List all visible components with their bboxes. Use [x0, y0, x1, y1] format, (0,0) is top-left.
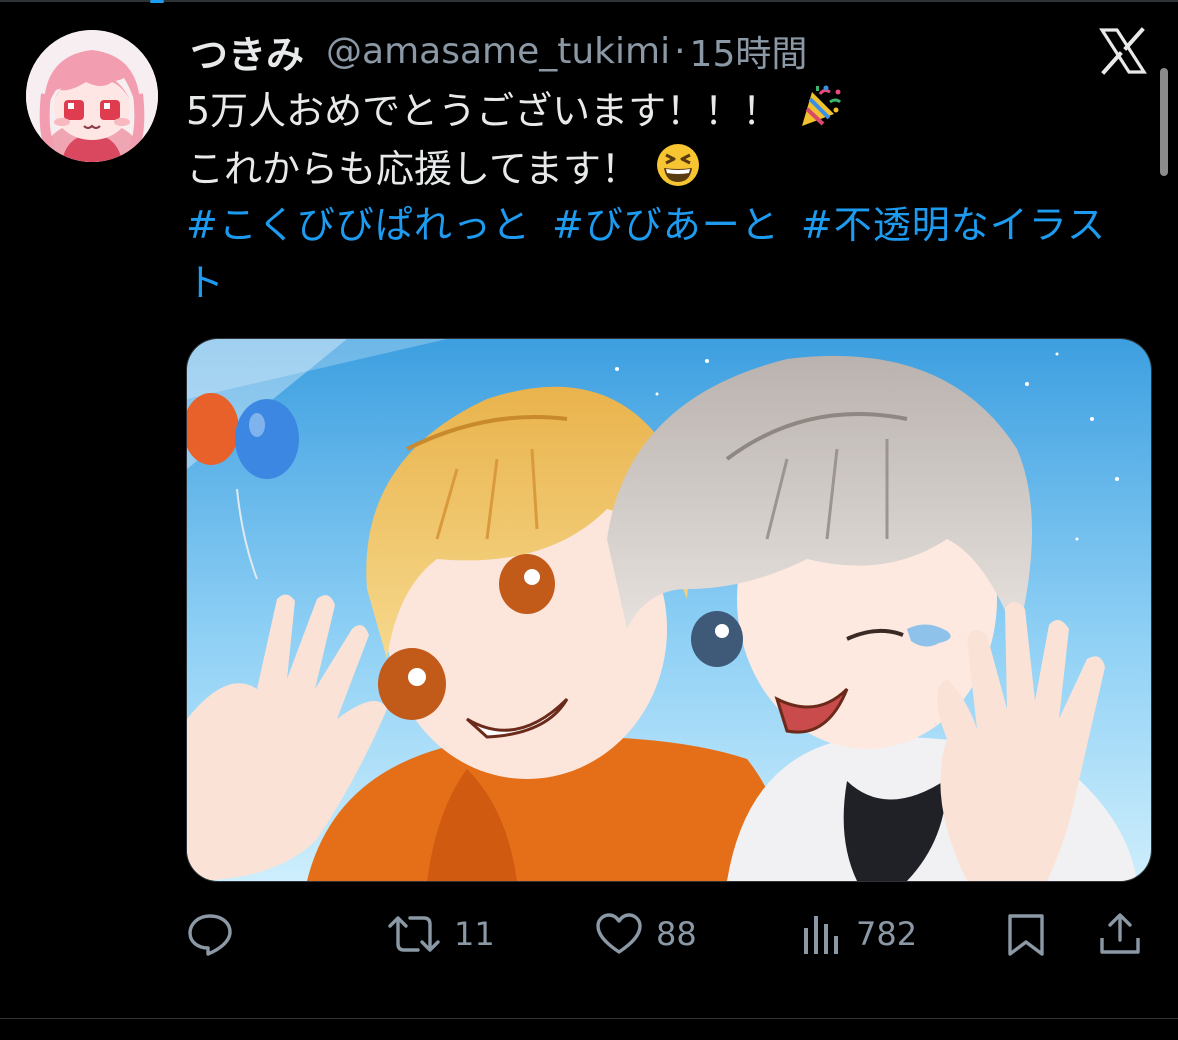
avatar-illustration: [26, 30, 158, 162]
tweet-header: つきみ @amasame_tukimi · 15時間: [190, 24, 808, 79]
tweet-image[interactable]: [186, 338, 1152, 882]
tweet-text-line-2: これからも応援してます！: [186, 140, 1146, 198]
like-count: 88: [656, 915, 697, 953]
views-button[interactable]: 782: [800, 904, 917, 964]
x-logo-icon[interactable]: [1098, 26, 1148, 76]
timestamp[interactable]: 15時間: [690, 25, 808, 77]
bottom-divider: [0, 1018, 1178, 1019]
tweet-actions: 11 88 782: [186, 904, 1146, 964]
top-divider: [0, 0, 1178, 2]
views-icon: [804, 916, 838, 954]
bookmark-button[interactable]: [1004, 904, 1048, 964]
retweet-count: 11: [454, 915, 495, 953]
party-popper-icon: [802, 85, 842, 126]
retweet-button[interactable]: 11: [386, 904, 495, 964]
like-button[interactable]: 88: [594, 904, 697, 964]
share-button[interactable]: [1098, 904, 1142, 964]
user-handle[interactable]: @amasame_tukimi: [326, 31, 670, 72]
reply-icon: [188, 914, 232, 956]
display-name[interactable]: つきみ: [190, 24, 304, 79]
illustration: [187, 339, 1151, 881]
like-icon: [596, 913, 642, 954]
avatar[interactable]: [26, 30, 158, 162]
retweet-icon: [388, 916, 440, 952]
top-indicator: [150, 0, 164, 3]
reply-button[interactable]: [186, 904, 246, 964]
tweet-text-line-1: 5万人おめでとうございます！！！: [186, 82, 1146, 140]
hashtags: #こくびびぱれっと #びびあーと #不透明なイラスト: [186, 196, 1146, 312]
views-count: 782: [856, 915, 918, 953]
scrollbar[interactable]: [1160, 68, 1168, 176]
tweet-text-line-2-content: これからも応援してます！: [186, 147, 639, 191]
share-icon: [1100, 913, 1140, 954]
grinning-squinting-face-icon: [657, 144, 700, 186]
tweet-text-line-1-content: 5万人おめでとうございます！！！: [186, 89, 781, 133]
header-separator: ·: [674, 30, 686, 72]
hashtag-link[interactable]: #びびあーと: [552, 203, 780, 247]
tweet-text: 5万人おめでとうございます！！！ これからも応援してます！: [186, 82, 1146, 198]
hashtag-link[interactable]: #こくびびぱれっと: [186, 203, 531, 247]
bookmark-icon: [1008, 914, 1044, 956]
